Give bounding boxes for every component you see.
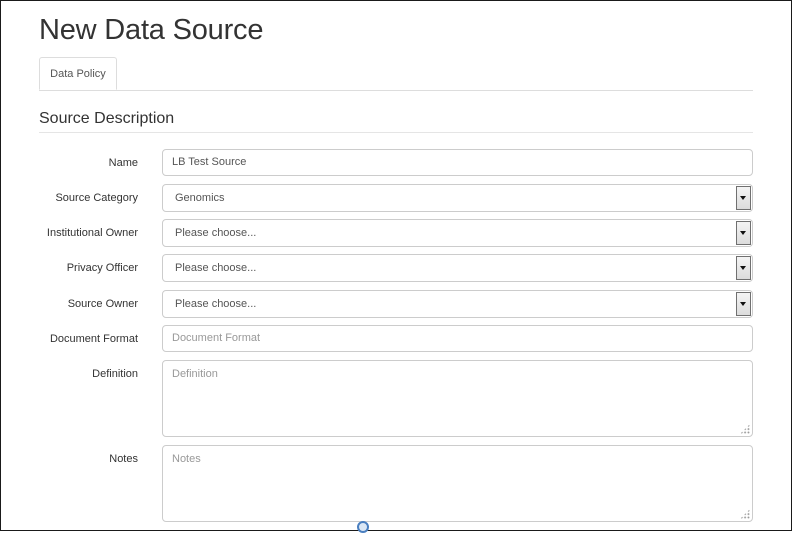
tab-data-policy[interactable]: Data Policy (39, 57, 117, 90)
section-title: Source Description (39, 110, 175, 127)
institutional-owner-select[interactable]: Please choose... (162, 219, 753, 247)
source-category-select[interactable]: Genomics (162, 184, 753, 212)
document-format-input[interactable]: Document Format (162, 325, 753, 352)
privacy-officer-dropdown-button[interactable] (736, 256, 751, 280)
institutional-owner-dropdown-button[interactable] (736, 221, 751, 245)
name-input[interactable]: LB Test Source (162, 149, 753, 176)
resize-grip-icon[interactable] (740, 509, 750, 519)
source-category-value: Genomics (175, 192, 225, 204)
source-owner-select[interactable]: Please choose... (162, 290, 753, 318)
source-category-dropdown-button[interactable] (736, 186, 751, 210)
privacy-officer-label: Privacy Officer (66, 262, 138, 274)
privacy-officer-value: Please choose... (175, 262, 257, 274)
chevron-down-icon (740, 231, 746, 235)
notes-label: Notes (109, 453, 138, 465)
source-owner-value: Please choose... (175, 298, 257, 310)
institutional-owner-value: Please choose... (175, 227, 257, 239)
resize-grip-icon[interactable] (740, 424, 750, 434)
source-owner-dropdown-button[interactable] (736, 292, 751, 316)
name-label: Name (108, 157, 138, 169)
tab-strip: Data Policy (39, 57, 753, 91)
definition-textarea[interactable]: Definition (162, 360, 753, 437)
chevron-down-icon (740, 302, 746, 306)
source-owner-label: Source Owner (67, 298, 138, 310)
notes-placeholder: Notes (172, 453, 201, 465)
institutional-owner-label: Institutional Owner (46, 227, 138, 239)
source-category-label: Source Category (55, 192, 138, 204)
chevron-down-icon (740, 196, 746, 200)
privacy-officer-select[interactable]: Please choose... (162, 254, 753, 282)
page-title: New Data Source (39, 14, 264, 46)
loading-spinner-icon (357, 521, 369, 533)
document-format-label: Document Format (49, 333, 138, 345)
definition-placeholder: Definition (172, 368, 218, 380)
section-divider (39, 132, 753, 133)
definition-label: Definition (92, 368, 138, 380)
chevron-down-icon (740, 266, 746, 270)
notes-textarea[interactable]: Notes (162, 445, 753, 522)
